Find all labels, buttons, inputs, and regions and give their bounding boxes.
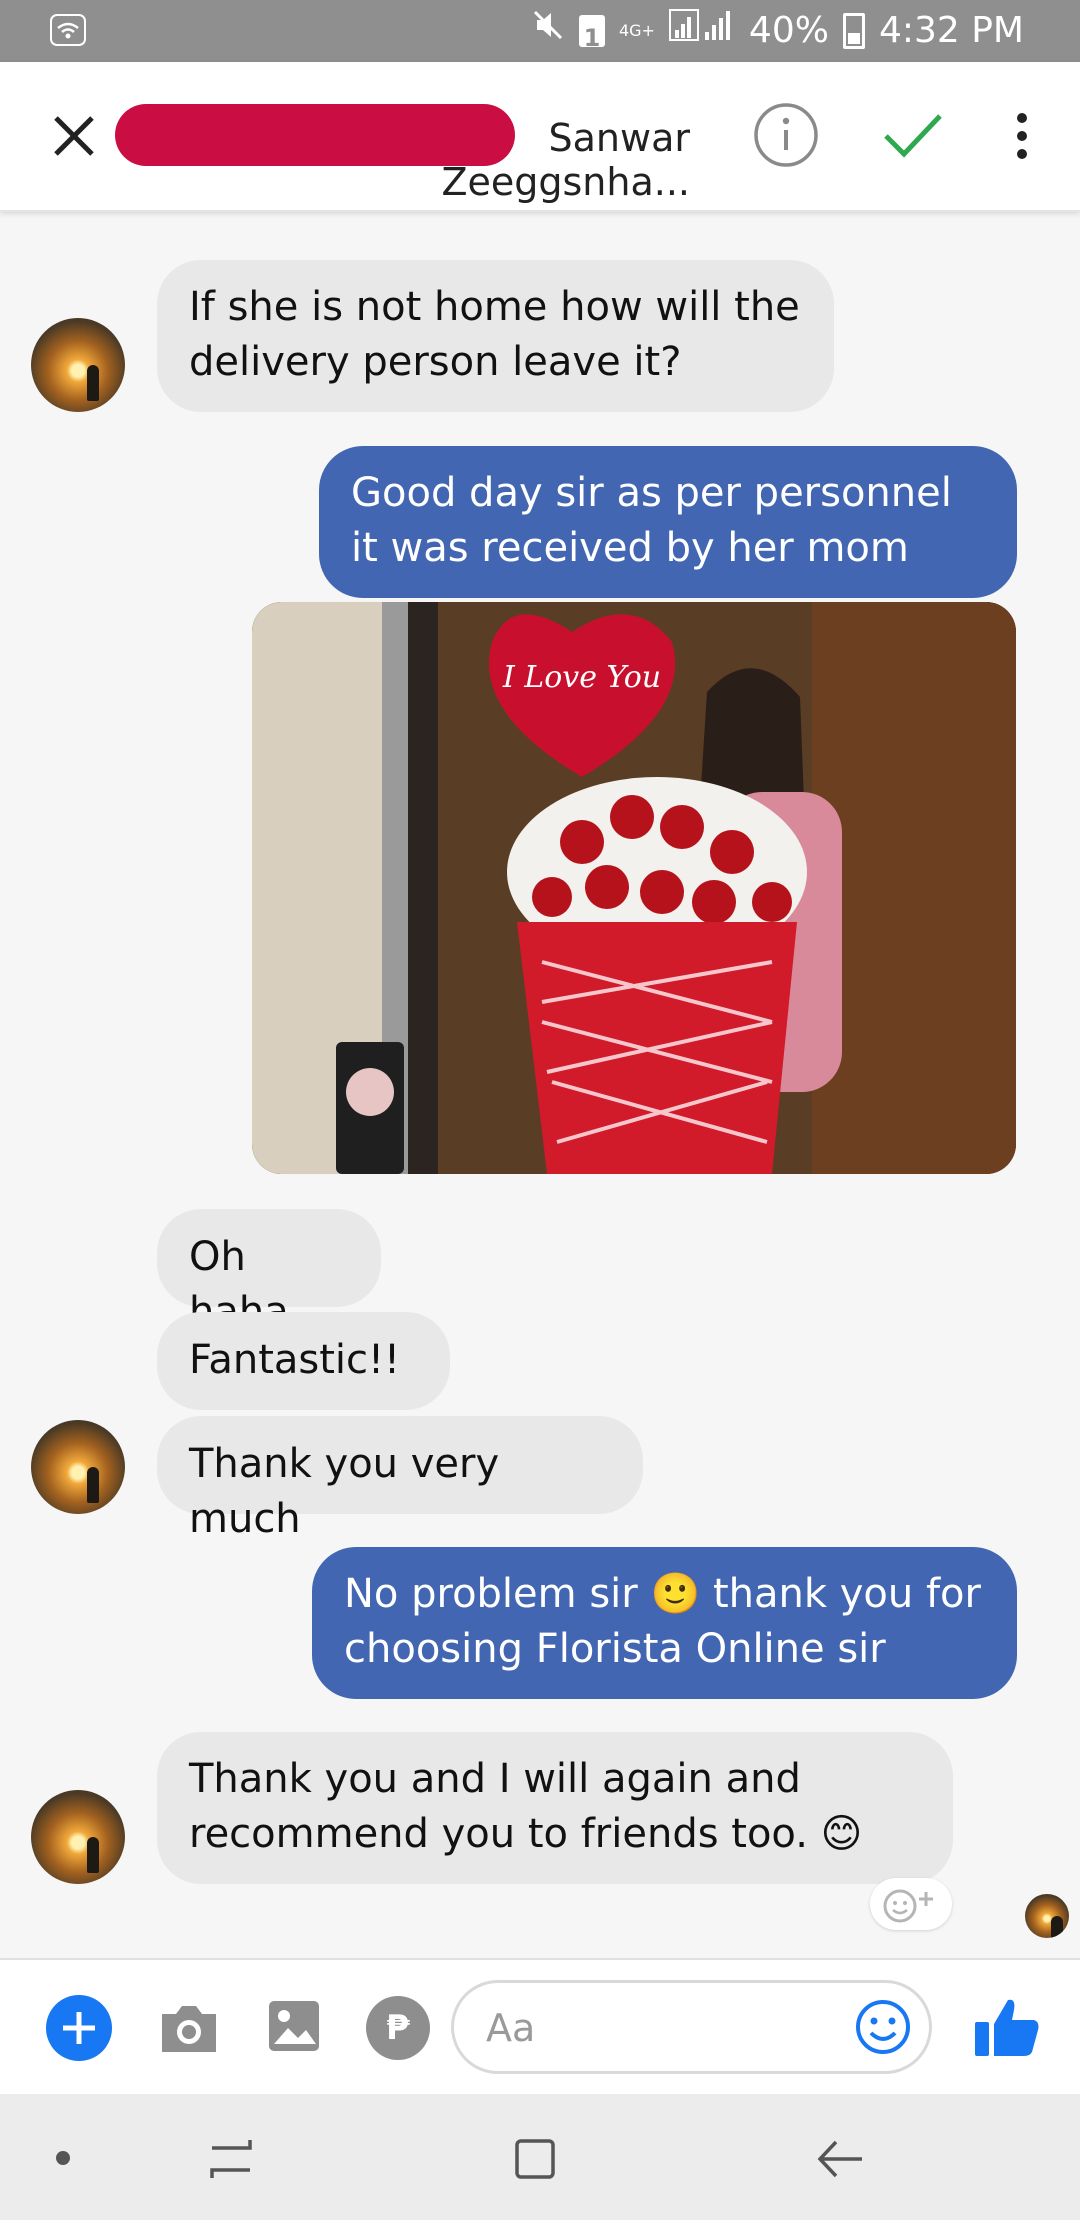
message-text: Thank you and I will again and recommend… [189,1756,863,1857]
contact-avatar[interactable] [31,318,125,412]
system-navigation-bar [0,2094,1080,2220]
signal-icon [668,8,735,54]
recent-apps-icon[interactable] [206,2134,256,2184]
message-text: Thank you very much [189,1441,500,1542]
camera-icon[interactable] [158,2000,220,2056]
message-input[interactable] [484,1999,788,2057]
like-icon[interactable] [972,1994,1042,2060]
message-incoming[interactable]: Oh haha [157,1209,381,1335]
message-text: If she is not home how will the delivery… [189,284,800,385]
status-time: 4:32 PM [878,10,1024,51]
redaction-mark [115,104,515,166]
seen-avatar [1025,1894,1069,1938]
back-icon[interactable] [812,2134,868,2184]
close-icon[interactable] [48,110,100,162]
mute-icon [531,8,565,54]
contact-avatar[interactable] [31,1790,125,1884]
emoji-icon[interactable] [853,1997,913,2057]
message-outgoing[interactable]: Good day sir as per personnel it was rec… [319,446,1017,598]
message-text: No problem sir 🙂 thank you for choosing … [344,1571,981,1672]
balloon-text: I Love You [502,660,661,695]
more-options-icon[interactable] [1004,112,1040,162]
checkmark-icon[interactable] [880,108,946,164]
status-bar: 1 4G+ 40% 4:32 PM [0,0,1080,62]
message-photo[interactable]: I Love You [252,602,1016,1174]
network-label: 4G+ [618,21,655,40]
message-incoming[interactable]: Fantastic!! [157,1312,450,1410]
add-button[interactable] [46,1995,112,2061]
payment-button[interactable]: ₱ [366,1996,430,2060]
info-icon[interactable] [753,102,819,168]
wifi-icon [50,14,86,50]
conversation-header: Sanwar Zeeggsnha... [0,62,1080,212]
message-incoming[interactable]: Thank you and I will again and recommend… [157,1732,953,1884]
battery-percent: 40% [748,10,829,51]
nav-dot-icon[interactable] [56,2151,70,2165]
gallery-icon[interactable] [266,1998,322,2054]
add-reaction-icon[interactable] [870,1878,952,1930]
battery-icon [842,13,865,49]
message-incoming[interactable]: If she is not home how will the delivery… [157,260,834,412]
message-text: Good day sir as per personnel it was rec… [351,470,952,571]
home-icon[interactable] [510,2134,560,2184]
message-incoming[interactable]: Thank you very much [157,1416,643,1542]
message-field[interactable] [451,1980,932,2074]
message-outgoing[interactable]: No problem sir 🙂 thank you for choosing … [312,1547,1017,1699]
contact-avatar[interactable] [31,1420,125,1514]
sim-badge: 1 [578,15,605,52]
message-text: Fantastic!! [189,1337,401,1383]
message-composer: ₱ [0,1958,1080,2096]
